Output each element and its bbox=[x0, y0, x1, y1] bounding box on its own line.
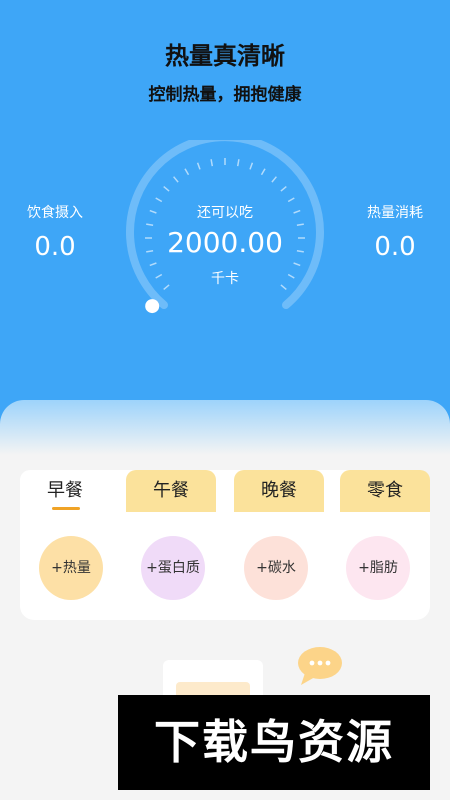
gauge-tick bbox=[249, 162, 254, 170]
intake-label: 饮食摄入 bbox=[27, 205, 83, 221]
panel-fade bbox=[0, 400, 450, 455]
add-calorie-button[interactable]: +热量 bbox=[39, 536, 103, 600]
gauge-tick bbox=[163, 186, 170, 192]
tab-breakfast[interactable]: 早餐 bbox=[20, 470, 110, 512]
gauge-tick bbox=[149, 262, 157, 267]
gauge-tick bbox=[236, 159, 240, 167]
burned-stat: 热量消耗 0.0 bbox=[340, 202, 450, 262]
remaining-label: 还可以吃 bbox=[197, 205, 253, 221]
add-protein-label: +蛋白质 bbox=[146, 560, 200, 576]
tab-dinner[interactable]: 晚餐 bbox=[234, 470, 324, 512]
add-carb-button[interactable]: +碳水 bbox=[244, 536, 308, 600]
calorie-gauge: 还可以吃 2000.00 千卡 bbox=[120, 140, 330, 320]
remaining-unit: 千卡 bbox=[211, 271, 239, 287]
intake-value: 0.0 bbox=[34, 232, 76, 262]
active-tab-indicator bbox=[52, 507, 80, 510]
add-fat-label: +脂肪 bbox=[358, 560, 398, 576]
meal-card: 早餐 午餐 晚餐 零食 +热量 +蛋白质 +碳水 +脂肪 bbox=[20, 470, 430, 620]
watermark-banner: 下载鸟资源 bbox=[118, 695, 430, 790]
page-title: 热量真清晰 bbox=[165, 42, 285, 70]
tab-snack[interactable]: 零食 bbox=[340, 470, 430, 512]
gauge-tick bbox=[184, 168, 190, 176]
tab-lunch[interactable]: 午餐 bbox=[126, 470, 216, 512]
gauge-tick bbox=[280, 186, 287, 192]
gauge-tick bbox=[196, 162, 201, 170]
gauge-tick bbox=[260, 168, 266, 176]
tab-snack-label: 零食 bbox=[367, 480, 403, 501]
remaining-value: 2000.00 bbox=[167, 226, 283, 259]
gauge-tick bbox=[271, 176, 277, 183]
add-fat-button[interactable]: +脂肪 bbox=[346, 536, 410, 600]
tab-lunch-label: 午餐 bbox=[153, 480, 189, 501]
gauge-tick bbox=[210, 159, 214, 167]
gauge-knob bbox=[145, 299, 160, 314]
hero-header: 热量真清晰 控制热量，拥抱健康 饮食摄入 0.0 还可以吃 2000.00 千卡… bbox=[0, 0, 450, 450]
add-calorie-label: +热量 bbox=[51, 560, 91, 576]
chat-bubble-icon bbox=[298, 647, 342, 685]
burned-value: 0.0 bbox=[374, 232, 416, 262]
page-subtitle: 控制热量，拥抱健康 bbox=[148, 85, 302, 105]
tab-breakfast-label: 早餐 bbox=[47, 480, 83, 501]
add-carb-label: +碳水 bbox=[256, 560, 296, 576]
gauge-tick bbox=[287, 197, 295, 203]
intake-stat: 饮食摄入 0.0 bbox=[0, 202, 110, 262]
gauge-tick bbox=[155, 197, 163, 203]
gauge-tick bbox=[173, 176, 179, 183]
burned-label: 热量消耗 bbox=[367, 205, 423, 221]
add-protein-button[interactable]: +蛋白质 bbox=[141, 536, 205, 600]
tab-dinner-label: 晚餐 bbox=[261, 480, 297, 501]
gauge-tick bbox=[293, 262, 301, 267]
meal-tabs: 早餐 午餐 晚餐 零食 bbox=[20, 470, 430, 512]
